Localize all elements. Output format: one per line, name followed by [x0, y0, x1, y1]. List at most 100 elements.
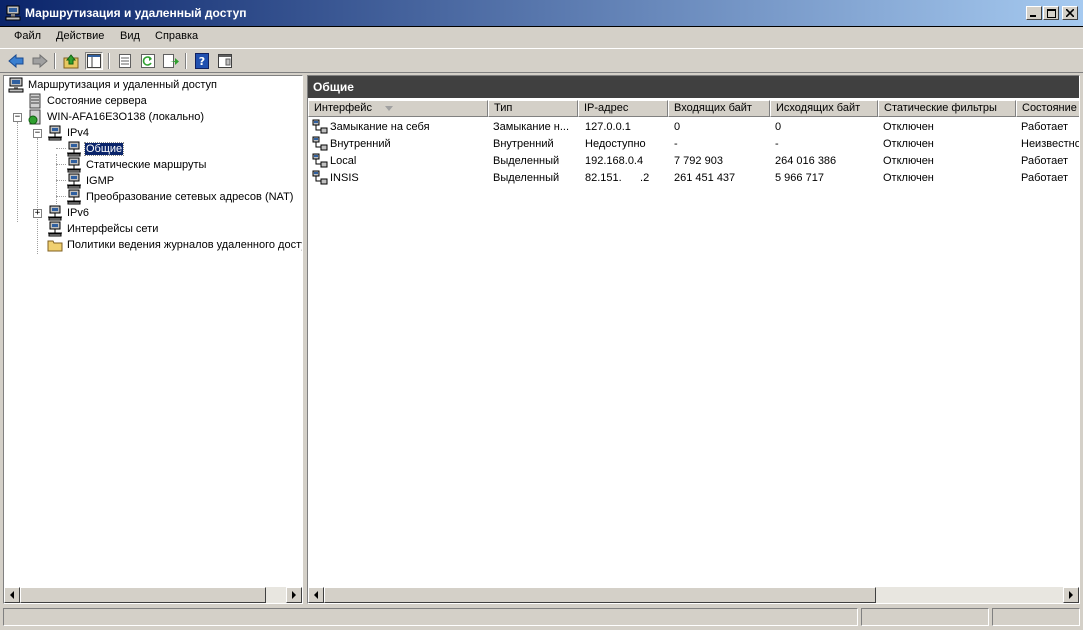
column-header-state[interactable]: Состояние	[1016, 100, 1079, 117]
toolbar-separator	[54, 53, 56, 69]
table-row[interactable]: Local Выделенный 192.168.0.4 7 792 903 2…	[308, 153, 1079, 170]
cell-ip: Недоступно	[585, 138, 646, 150]
cell-state: Работает	[1021, 155, 1069, 167]
export-list-icon	[163, 54, 179, 68]
network-interface-icon	[312, 153, 328, 168]
column-label: Исходящих байт	[776, 102, 861, 114]
scroll-thumb[interactable]	[20, 587, 266, 603]
scroll-left-button[interactable]	[4, 587, 20, 603]
forward-arrow-icon	[32, 54, 48, 68]
column-header-static-filters[interactable]: Статические фильтры	[878, 100, 1016, 117]
cell-state: Работает	[1021, 121, 1069, 133]
sort-descending-icon	[385, 105, 394, 111]
up-folder-icon	[63, 54, 79, 69]
cell-state: Работает	[1021, 172, 1069, 184]
forward-button[interactable]	[31, 52, 49, 70]
refresh-button[interactable]	[139, 52, 157, 70]
details-horizontal-scrollbar[interactable]	[308, 587, 1079, 603]
menu-help[interactable]: Справка	[153, 30, 200, 42]
tree-item-server-status[interactable]: Состояние сервера	[27, 93, 148, 109]
tree-connector	[56, 148, 66, 149]
collapse-button[interactable]: −	[13, 113, 22, 122]
tree-item-logging-policies[interactable]: Политики ведения журналов удаленного дос…	[47, 237, 303, 253]
tree-item-ipv4[interactable]: IPv4	[47, 125, 90, 141]
column-header-bytes-out[interactable]: Исходящих байт	[770, 100, 878, 117]
menu-action[interactable]: Действие	[54, 30, 106, 42]
network-interface-icon	[312, 119, 328, 134]
up-level-button[interactable]	[62, 52, 80, 70]
close-button[interactable]	[1062, 6, 1078, 20]
tree-item-routing-root[interactable]: Маршрутизация и удаленный доступ	[8, 77, 218, 93]
tree-item-network-interfaces[interactable]: Интерфейсы сети	[47, 221, 159, 237]
column-label: Тип	[494, 102, 513, 114]
tree-item-server[interactable]: WIN-AFA16E3O138 (локально)	[27, 109, 205, 125]
properties-button[interactable]	[116, 52, 134, 70]
column-header-bytes-in[interactable]: Входящих байт	[668, 100, 770, 117]
details-header: Общие	[308, 76, 1079, 98]
close-icon	[1066, 9, 1074, 17]
menu-file[interactable]: Файл	[12, 30, 43, 42]
show-hide-tree-button[interactable]	[85, 52, 103, 70]
cell-interface: INSIS	[330, 172, 359, 184]
maximize-button[interactable]	[1043, 6, 1059, 20]
tree-connector	[56, 164, 66, 165]
scroll-right-button[interactable]	[286, 587, 302, 603]
network-node-icon	[48, 205, 62, 221]
column-label: Состояние	[1022, 102, 1077, 114]
menu-view[interactable]: Вид	[118, 30, 142, 42]
column-header-ip[interactable]: IP-адрес	[578, 100, 668, 117]
scroll-thumb[interactable]	[324, 587, 876, 603]
maximize-icon	[1046, 8, 1056, 18]
tree-item-label: IPv4	[67, 127, 90, 139]
toolbar: ?	[0, 48, 1083, 73]
table-row[interactable]: Замыкание на себя Замыкание н... 127.0.0…	[308, 119, 1079, 136]
server-status-icon	[28, 109, 41, 125]
tree-item-label: IPv6	[67, 207, 90, 219]
cell-state: Неизвестно	[1021, 138, 1079, 150]
help-icon: ?	[195, 53, 209, 69]
tree-item-igmp[interactable]: IGMP	[66, 173, 115, 189]
table-row[interactable]: Внутренний Внутренний Недоступно - - Отк…	[308, 136, 1079, 153]
column-label: Интерфейс	[314, 102, 372, 114]
tree-connector	[37, 138, 38, 254]
tree-item-label: Политики ведения журналов удаленного дос…	[67, 239, 303, 251]
cell-bytes-in: 0	[674, 121, 681, 133]
properties-icon	[119, 54, 131, 68]
refresh-icon	[141, 54, 155, 68]
cell-bytes-out: 0	[775, 121, 782, 133]
export-list-button[interactable]	[162, 52, 180, 70]
toolbar-separator	[185, 53, 187, 69]
minimize-button[interactable]	[1026, 6, 1042, 20]
network-node-icon	[67, 189, 81, 205]
help-button[interactable]: ?	[193, 52, 211, 70]
cell-bytes-out: 264 016 386	[775, 155, 837, 167]
tree-item-label: WIN-AFA16E3O138 (локально)	[47, 111, 204, 123]
cell-type: Внутренний	[493, 138, 554, 150]
title-bar[interactable]: Маршрутизация и удаленный доступ	[0, 0, 1083, 27]
tree-item-label: Интерфейсы сети	[67, 223, 159, 235]
scroll-right-button[interactable]	[1063, 587, 1079, 603]
table-row[interactable]: INSIS Выделенный 82.151. .2 261 451 437 …	[308, 170, 1079, 187]
network-node-icon	[67, 173, 81, 189]
network-computer-icon	[8, 77, 24, 93]
expand-button[interactable]: +	[33, 209, 42, 218]
tree-item-ipv6[interactable]: IPv6	[47, 205, 90, 221]
back-button[interactable]	[7, 52, 25, 70]
network-interface-icon	[312, 170, 328, 185]
tree-item-general[interactable]: Общие	[66, 141, 125, 157]
column-header-type[interactable]: Тип	[488, 100, 578, 117]
tree-item-nat[interactable]: Преобразование сетевых адресов (NAT)	[66, 189, 294, 205]
cell-static-filters: Отключен	[883, 172, 934, 184]
collapse-button[interactable]: −	[33, 129, 42, 138]
scroll-left-button[interactable]	[308, 587, 324, 603]
cell-bytes-out: -	[775, 138, 779, 150]
tree-horizontal-scrollbar[interactable]	[4, 587, 302, 603]
console-button[interactable]	[216, 52, 234, 70]
column-header-interface[interactable]: Интерфейс	[308, 100, 488, 117]
console-tree: Маршрутизация и удаленный доступ Состоян…	[3, 75, 303, 604]
column-label: IP-адрес	[584, 102, 629, 114]
arrow-left-icon	[314, 591, 318, 599]
status-bar	[0, 606, 1083, 630]
cell-static-filters: Отключен	[883, 138, 934, 150]
tree-item-static-routes[interactable]: Статические маршруты	[66, 157, 207, 173]
